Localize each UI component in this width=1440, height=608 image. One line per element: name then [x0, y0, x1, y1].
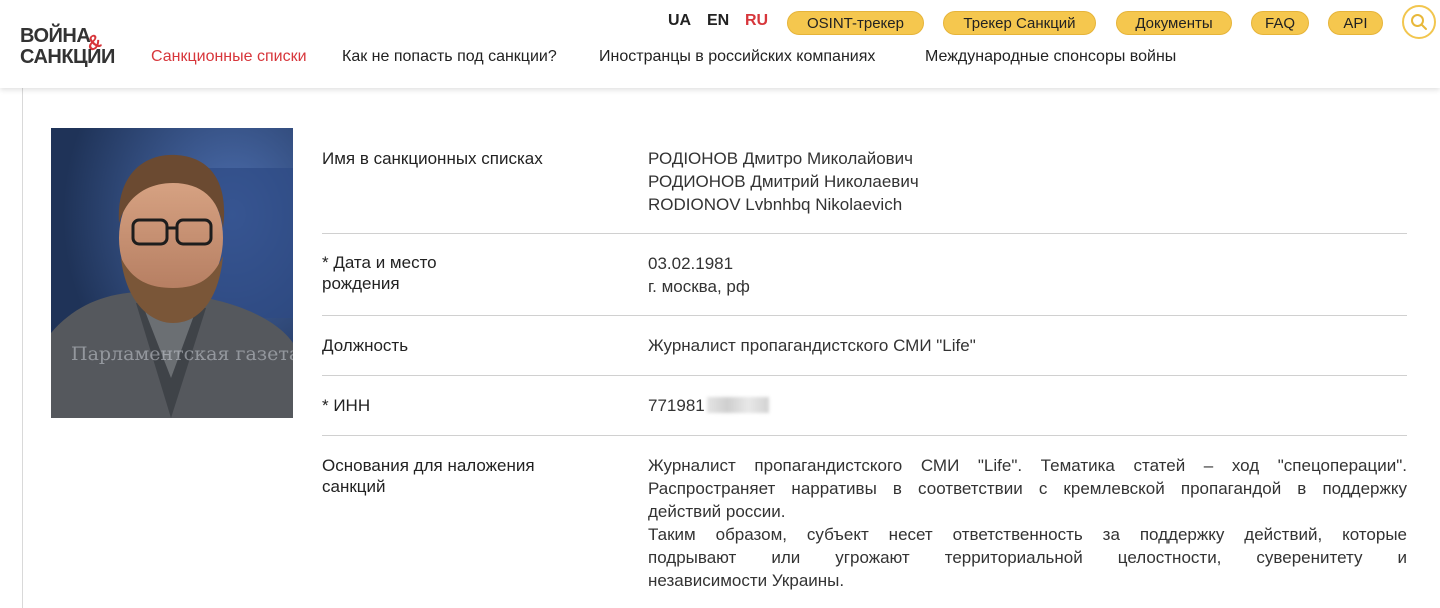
grounds-line: действий россии. [648, 502, 786, 521]
faq-button[interactable]: FAQ [1251, 11, 1309, 35]
site-logo[interactable]: ВОЙНА & САНКЦИИ [20, 24, 130, 70]
search-icon [1411, 14, 1427, 30]
grounds-line: независимости Украины. [648, 571, 845, 590]
row-divider [322, 233, 1407, 234]
value-sanctions-name: РОДІОНОВ Дмитро Миколайович РОДИОНОВ Дми… [648, 147, 919, 216]
osint-tracker-button[interactable]: OSINT-трекер [787, 11, 924, 35]
label-birth-line-1: * Дата и место [322, 253, 437, 272]
lang-ru[interactable]: RU [745, 12, 768, 30]
label-inn: * ИНН [322, 396, 371, 415]
grounds-line: Распространяет нарративы в соответствии … [648, 479, 1407, 498]
label-sanctions-name: Имя в санкционных списках [322, 149, 543, 168]
nav-how-to-avoid-sanctions[interactable]: Как не попасть под санкции? [342, 48, 557, 66]
grounds-line: подрывают или угрожают территориальной ц… [648, 548, 1407, 567]
grounds-line: Журналист пропагандистского СМИ "Life". … [648, 456, 1407, 475]
site-header: ВОЙНА & САНКЦИИ UA EN RU OSINT-трекер Тр… [0, 0, 1440, 88]
inn-visible-digits: 771981 [648, 396, 705, 415]
row-divider [322, 435, 1407, 436]
birth-place: г. москва, рф [648, 277, 750, 296]
search-button[interactable] [1402, 5, 1436, 39]
birth-date: 03.02.1981 [648, 254, 734, 273]
logo-line-1: ВОЙНА [20, 25, 91, 47]
name-ukrainian: РОДІОНОВ Дмитро Миколайович [648, 149, 914, 168]
nav-foreigners-in-russian-companies[interactable]: Иностранцы в российских компаниях [599, 48, 875, 66]
name-russian: РОДИОНОВ Дмитрий Николаевич [648, 172, 919, 191]
value-position: Журналист пропагандистского СМИ "Life" [648, 336, 976, 355]
inn-blurred-digits [706, 397, 769, 413]
documents-button[interactable]: Документы [1116, 11, 1232, 35]
label-grounds-line-1: Основания для наложения [322, 456, 535, 475]
value-grounds: Журналист пропагандистского СМИ "Life". … [648, 454, 1407, 592]
label-birth: * Дата и место рождения [322, 252, 437, 294]
row-divider [322, 315, 1407, 316]
api-button[interactable]: API [1328, 11, 1383, 35]
nav-sanctions-lists[interactable]: Санкционные списки [151, 48, 307, 66]
grounds-line: Таким образом, субъект несет ответственн… [648, 525, 1407, 544]
profile-photo: Парламентская газета [51, 128, 293, 418]
lang-ua[interactable]: UA [668, 12, 691, 30]
row-divider [322, 375, 1407, 376]
photo-watermark: Парламентская газета [71, 343, 293, 365]
label-grounds: Основания для наложения санкций [322, 455, 535, 497]
label-grounds-line-2: санкций [322, 477, 386, 496]
logo-line-2: САНКЦИИ [20, 46, 115, 68]
value-birth: 03.02.1981 г. москва, рф [648, 252, 750, 298]
sanctions-tracker-button[interactable]: Трекер Санкций [943, 11, 1096, 35]
label-birth-line-2: рождения [322, 274, 400, 293]
nav-international-war-sponsors[interactable]: Международные спонсоры войны [925, 48, 1176, 66]
lang-en[interactable]: EN [707, 12, 729, 30]
name-latin: RODIONOV Lvbnhbq Nikolaevich [648, 195, 903, 214]
label-position: Должность [322, 336, 409, 355]
person-portrait: Парламентская газета [51, 128, 293, 418]
value-inn: 771981 [648, 394, 769, 417]
